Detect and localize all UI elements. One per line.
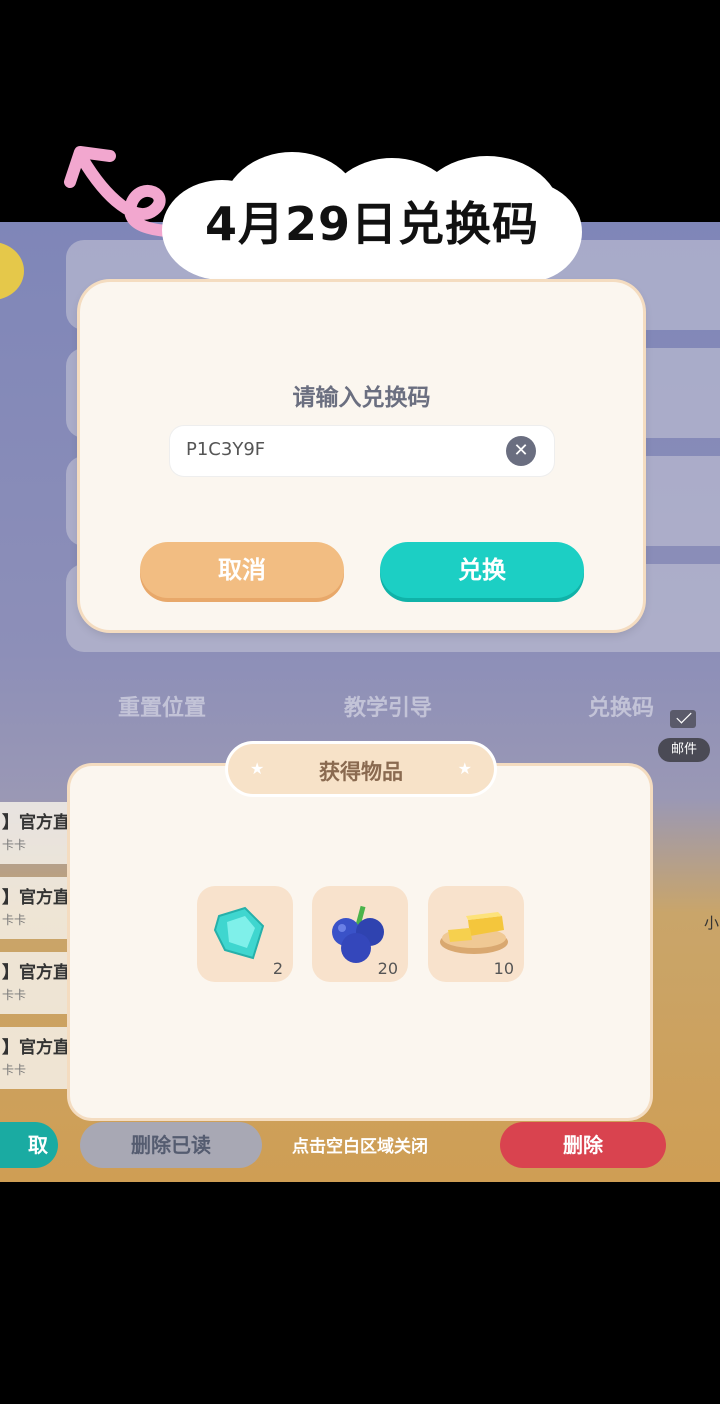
tab-tutorial[interactable]: 教学引导 (344, 690, 432, 722)
title-cloud: 4月29日兑换码 (162, 152, 582, 290)
reward-item[interactable]: 2 (197, 886, 293, 982)
list-item-sub: 卡卡 (2, 838, 27, 852)
list-item-title: 】官方直 (2, 888, 70, 908)
tab-redeem-code[interactable]: 兑换码 (588, 690, 654, 722)
reward-item[interactable]: 10 (428, 886, 524, 982)
reward-header: ★ 获得物品 ★ (228, 744, 494, 794)
list-item-sub: 卡卡 (2, 1063, 27, 1077)
reward-item[interactable]: 20 (312, 886, 408, 982)
item-count: 20 (377, 959, 398, 978)
redeem-code-input[interactable]: P1C3Y9F ✕ (170, 426, 554, 476)
dialog-title: 请输入兑换码 (292, 385, 431, 411)
close-hint[interactable]: 点击空白区域关闭 (0, 1132, 720, 1157)
star-icon: ★ (457, 759, 472, 778)
mail-icon[interactable] (670, 710, 696, 728)
clear-icon[interactable]: ✕ (506, 436, 536, 466)
redeem-button[interactable]: 兑换 (380, 542, 584, 598)
cancel-button[interactable]: 取消 (140, 542, 344, 598)
list-item-sub: 卡卡 (2, 988, 27, 1002)
yellow-badge (0, 242, 24, 300)
list-item-sub: 卡卡 (2, 913, 27, 927)
list-item[interactable]: 】官方直 卡卡 (0, 802, 80, 864)
mail-label[interactable]: 邮件 (658, 738, 710, 762)
list-item-title: 】官方直 (2, 813, 70, 833)
redeem-code-dialog: 请输入兑换码 P1C3Y9F ✕ 取消 兑换 (80, 282, 643, 630)
page-title: 4月29日兑换码 (204, 197, 540, 251)
redeem-code-value[interactable]: P1C3Y9F (186, 439, 265, 460)
tab-reset-position[interactable]: 重置位置 (118, 690, 206, 722)
list-item[interactable]: 】官方直 卡卡 (0, 877, 80, 939)
list-item[interactable]: 】官方直 卡卡 (0, 952, 80, 1014)
item-count: 2 (272, 959, 283, 978)
side-text: 小 (704, 914, 720, 932)
list-item[interactable]: 】官方直 卡卡 (0, 1027, 80, 1089)
reward-title: 获得物品 (319, 760, 403, 784)
list-item-title: 】官方直 (2, 963, 70, 983)
item-count: 10 (493, 959, 514, 978)
list-item-title: 】官方直 (2, 1038, 70, 1058)
